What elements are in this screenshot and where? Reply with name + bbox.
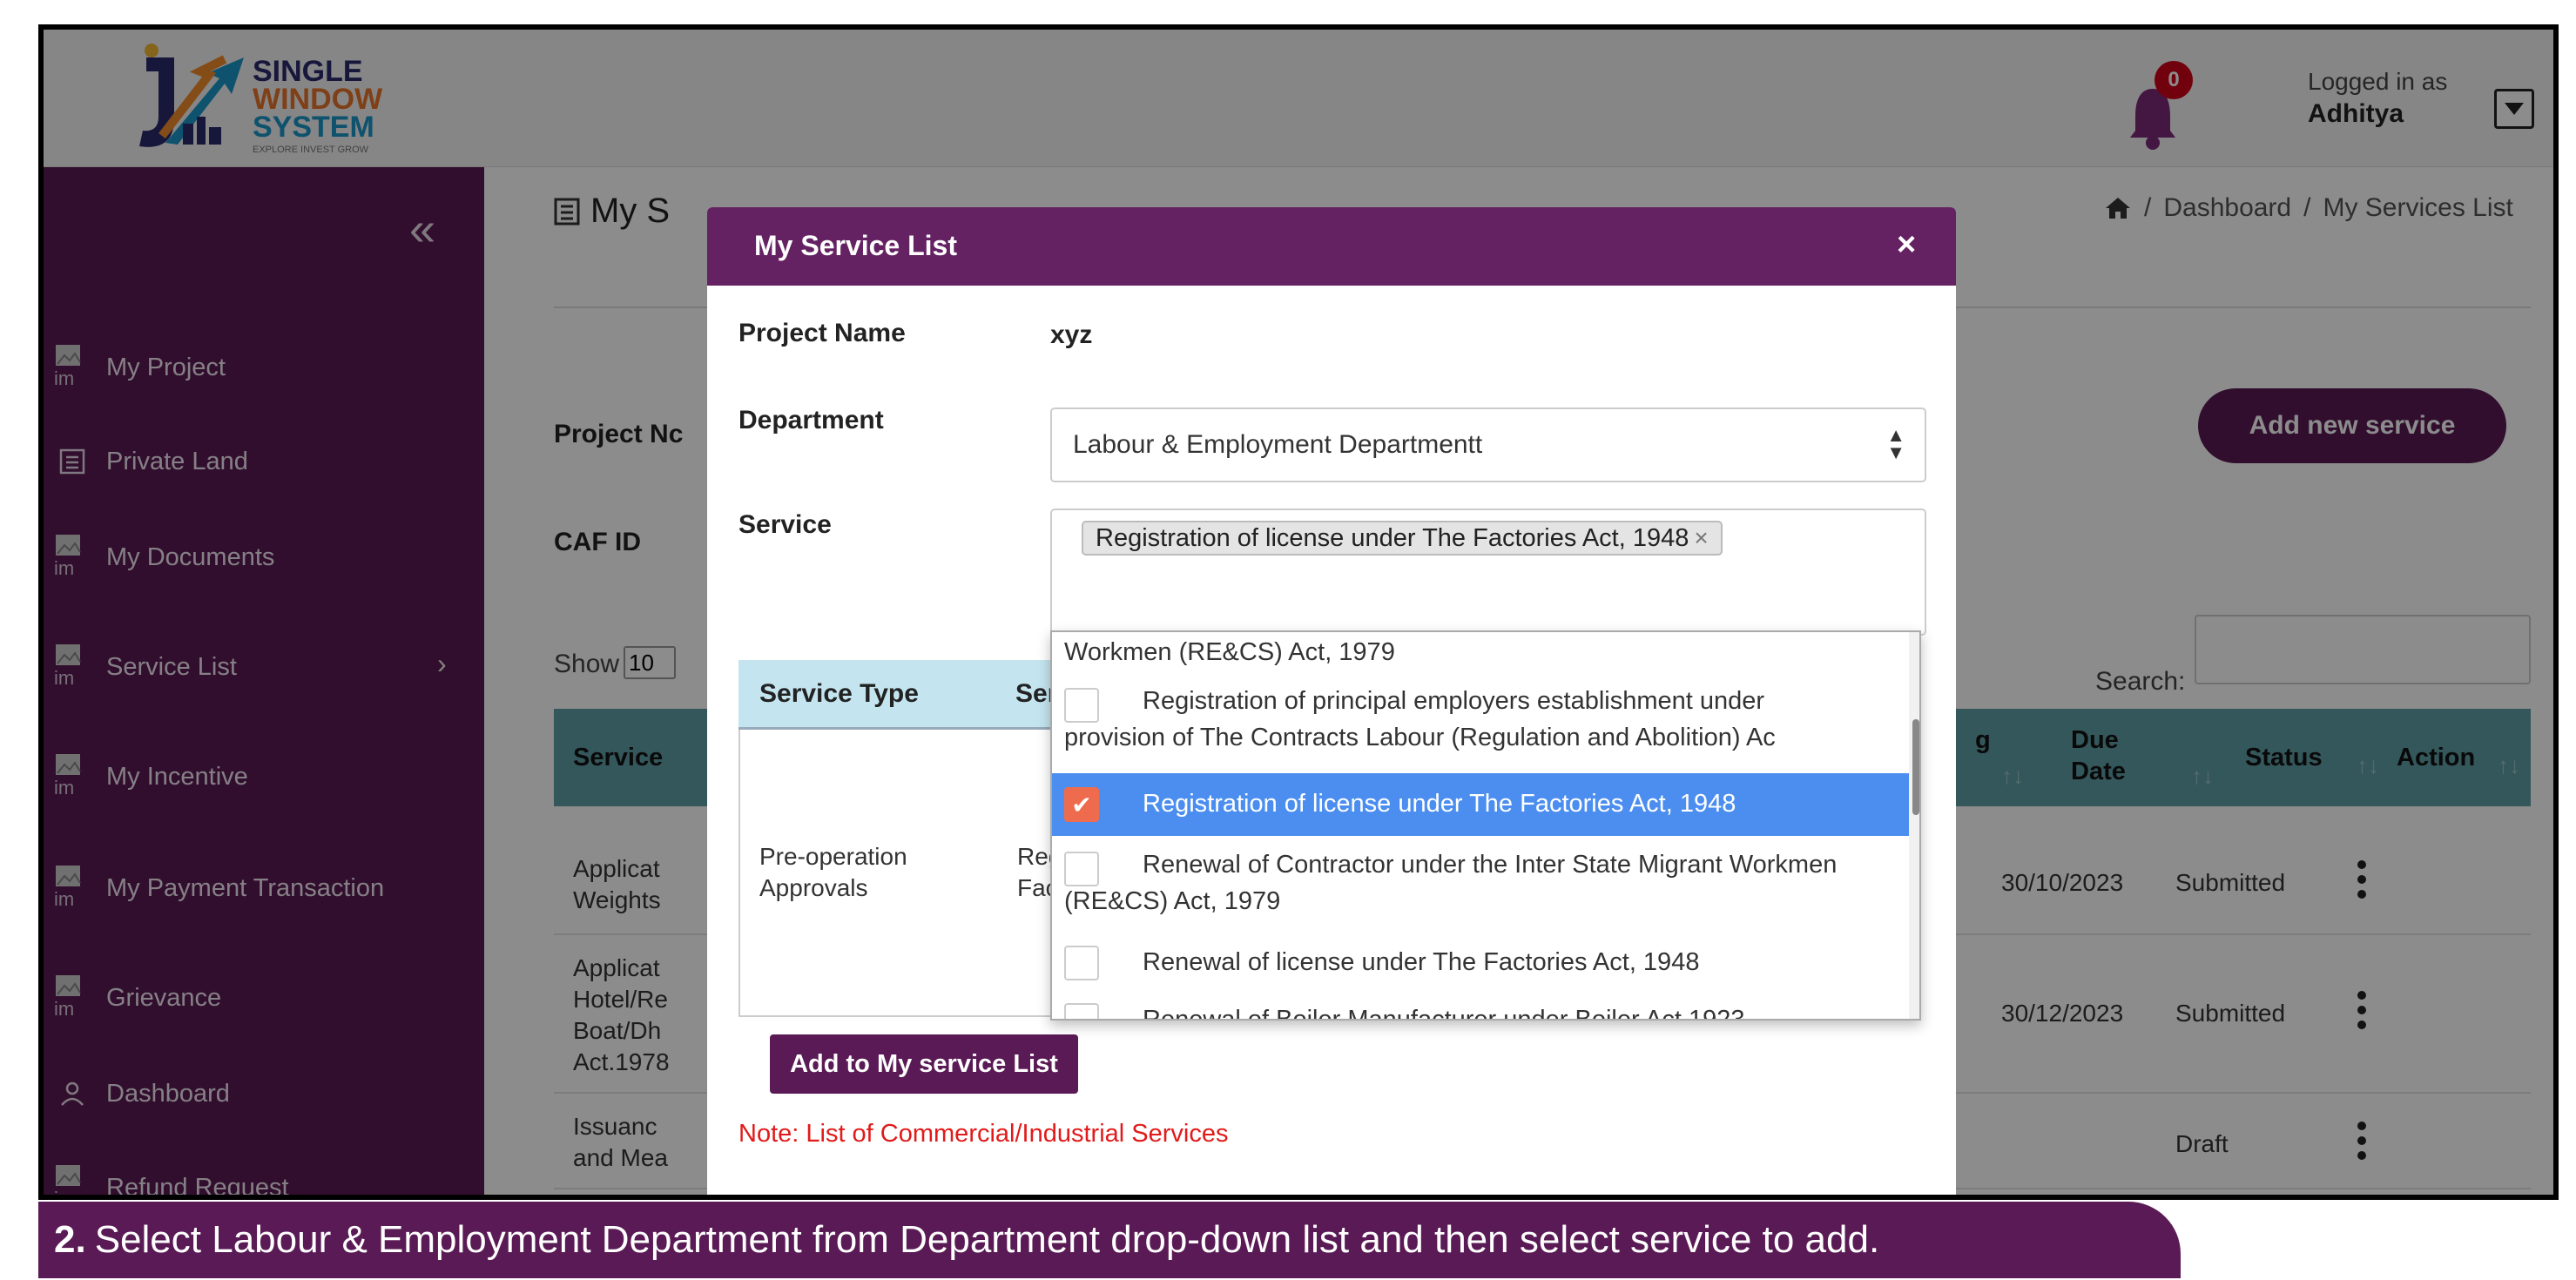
department-label: Department (738, 406, 884, 435)
dropdown-option-selected[interactable]: ✔ Registration of license under The Fact… (1052, 773, 1909, 836)
checkbox-checked-icon[interactable]: ✔ (1064, 787, 1099, 822)
option-label-line-2: (RE&CS) Act, 1979 (1064, 887, 1281, 915)
dropdown-option[interactable]: Registration of principal employers esta… (1052, 679, 1909, 766)
project-name-value: xyz (1050, 320, 1093, 349)
modal-header: My Service List × (707, 207, 1956, 286)
department-select[interactable]: Labour & Employment Departmentt ▲ ▼ (1050, 408, 1926, 482)
dropdown-option[interactable]: Workmen (RE&CS) Act, 1979 (1052, 632, 1909, 676)
service-table-body: Pre-operation Approvals Reg Fac (738, 730, 1064, 1017)
service-type-line-1: Pre-operation (759, 843, 907, 870)
note-text: Note: List of Commercial/Industrial Serv… (738, 1120, 1229, 1148)
department-selected-value: Labour & Employment Departmentt (1073, 430, 1483, 459)
option-label: Renewal of Boiler Manufacturer under Boi… (1143, 1006, 1745, 1021)
remove-tag-icon[interactable]: × (1694, 524, 1708, 552)
service-table-header: Service Type Ser (738, 660, 1064, 730)
add-to-my-service-list-button[interactable]: Add to My service List (770, 1034, 1078, 1094)
option-label: Renewal of license under The Factories A… (1143, 948, 1700, 976)
checkbox[interactable] (1064, 946, 1099, 980)
dropdown-scrollbar[interactable] (1909, 632, 1919, 1019)
option-label-line-2: provision of The Contracts Labour (Regul… (1064, 724, 1776, 751)
column-header-service-type: Service Type (759, 679, 919, 708)
option-label: Workmen (RE&CS) Act, 1979 (1064, 638, 1395, 666)
selected-service-tag-label: Registration of license under The Factor… (1096, 523, 1689, 552)
close-icon[interactable]: × (1897, 226, 1916, 264)
instruction-caption: 2. Select Labour & Employment Department… (38, 1202, 2181, 1278)
option-label-line-1: Renewal of Contractor under the Inter St… (1143, 851, 1838, 879)
project-name-label: Project Name (738, 319, 906, 347)
service-label: Service (738, 510, 832, 539)
caption-step-number: 2. (54, 1218, 86, 1261)
option-label-line-1: Registration of principal employers esta… (1143, 687, 1765, 715)
selected-service-tag: Registration of license under The Factor… (1082, 521, 1723, 556)
dropdown-scrollbar-thumb[interactable] (1912, 719, 1919, 815)
checkbox[interactable] (1064, 1003, 1099, 1019)
app-frame: SINGLE WINDOW SYSTEM EXPLORE INVEST GROW… (38, 24, 2559, 1200)
service-type-line-2: Approvals (759, 874, 868, 901)
caption-text: Select Labour & Employment Department fr… (94, 1218, 1880, 1261)
dropdown-option[interactable]: Renewal of Boiler Manufacturer under Boi… (1052, 994, 1909, 1021)
dropdown-option[interactable]: Renewal of license under The Factories A… (1052, 937, 1909, 989)
checkbox[interactable] (1064, 852, 1099, 886)
checkbox[interactable] (1064, 688, 1099, 723)
dropdown-option[interactable]: Renewal of Contractor under the Inter St… (1052, 843, 1909, 930)
select-arrows-icon: ▲ ▼ (1886, 424, 1905, 463)
modal-title: My Service List (754, 230, 957, 261)
option-label: Registration of license under The Factor… (1143, 790, 1736, 818)
service-options-dropdown: Workmen (RE&CS) Act, 1979 Registration o… (1050, 630, 1921, 1021)
service-multiselect[interactable]: Registration of license under The Factor… (1050, 509, 1926, 636)
